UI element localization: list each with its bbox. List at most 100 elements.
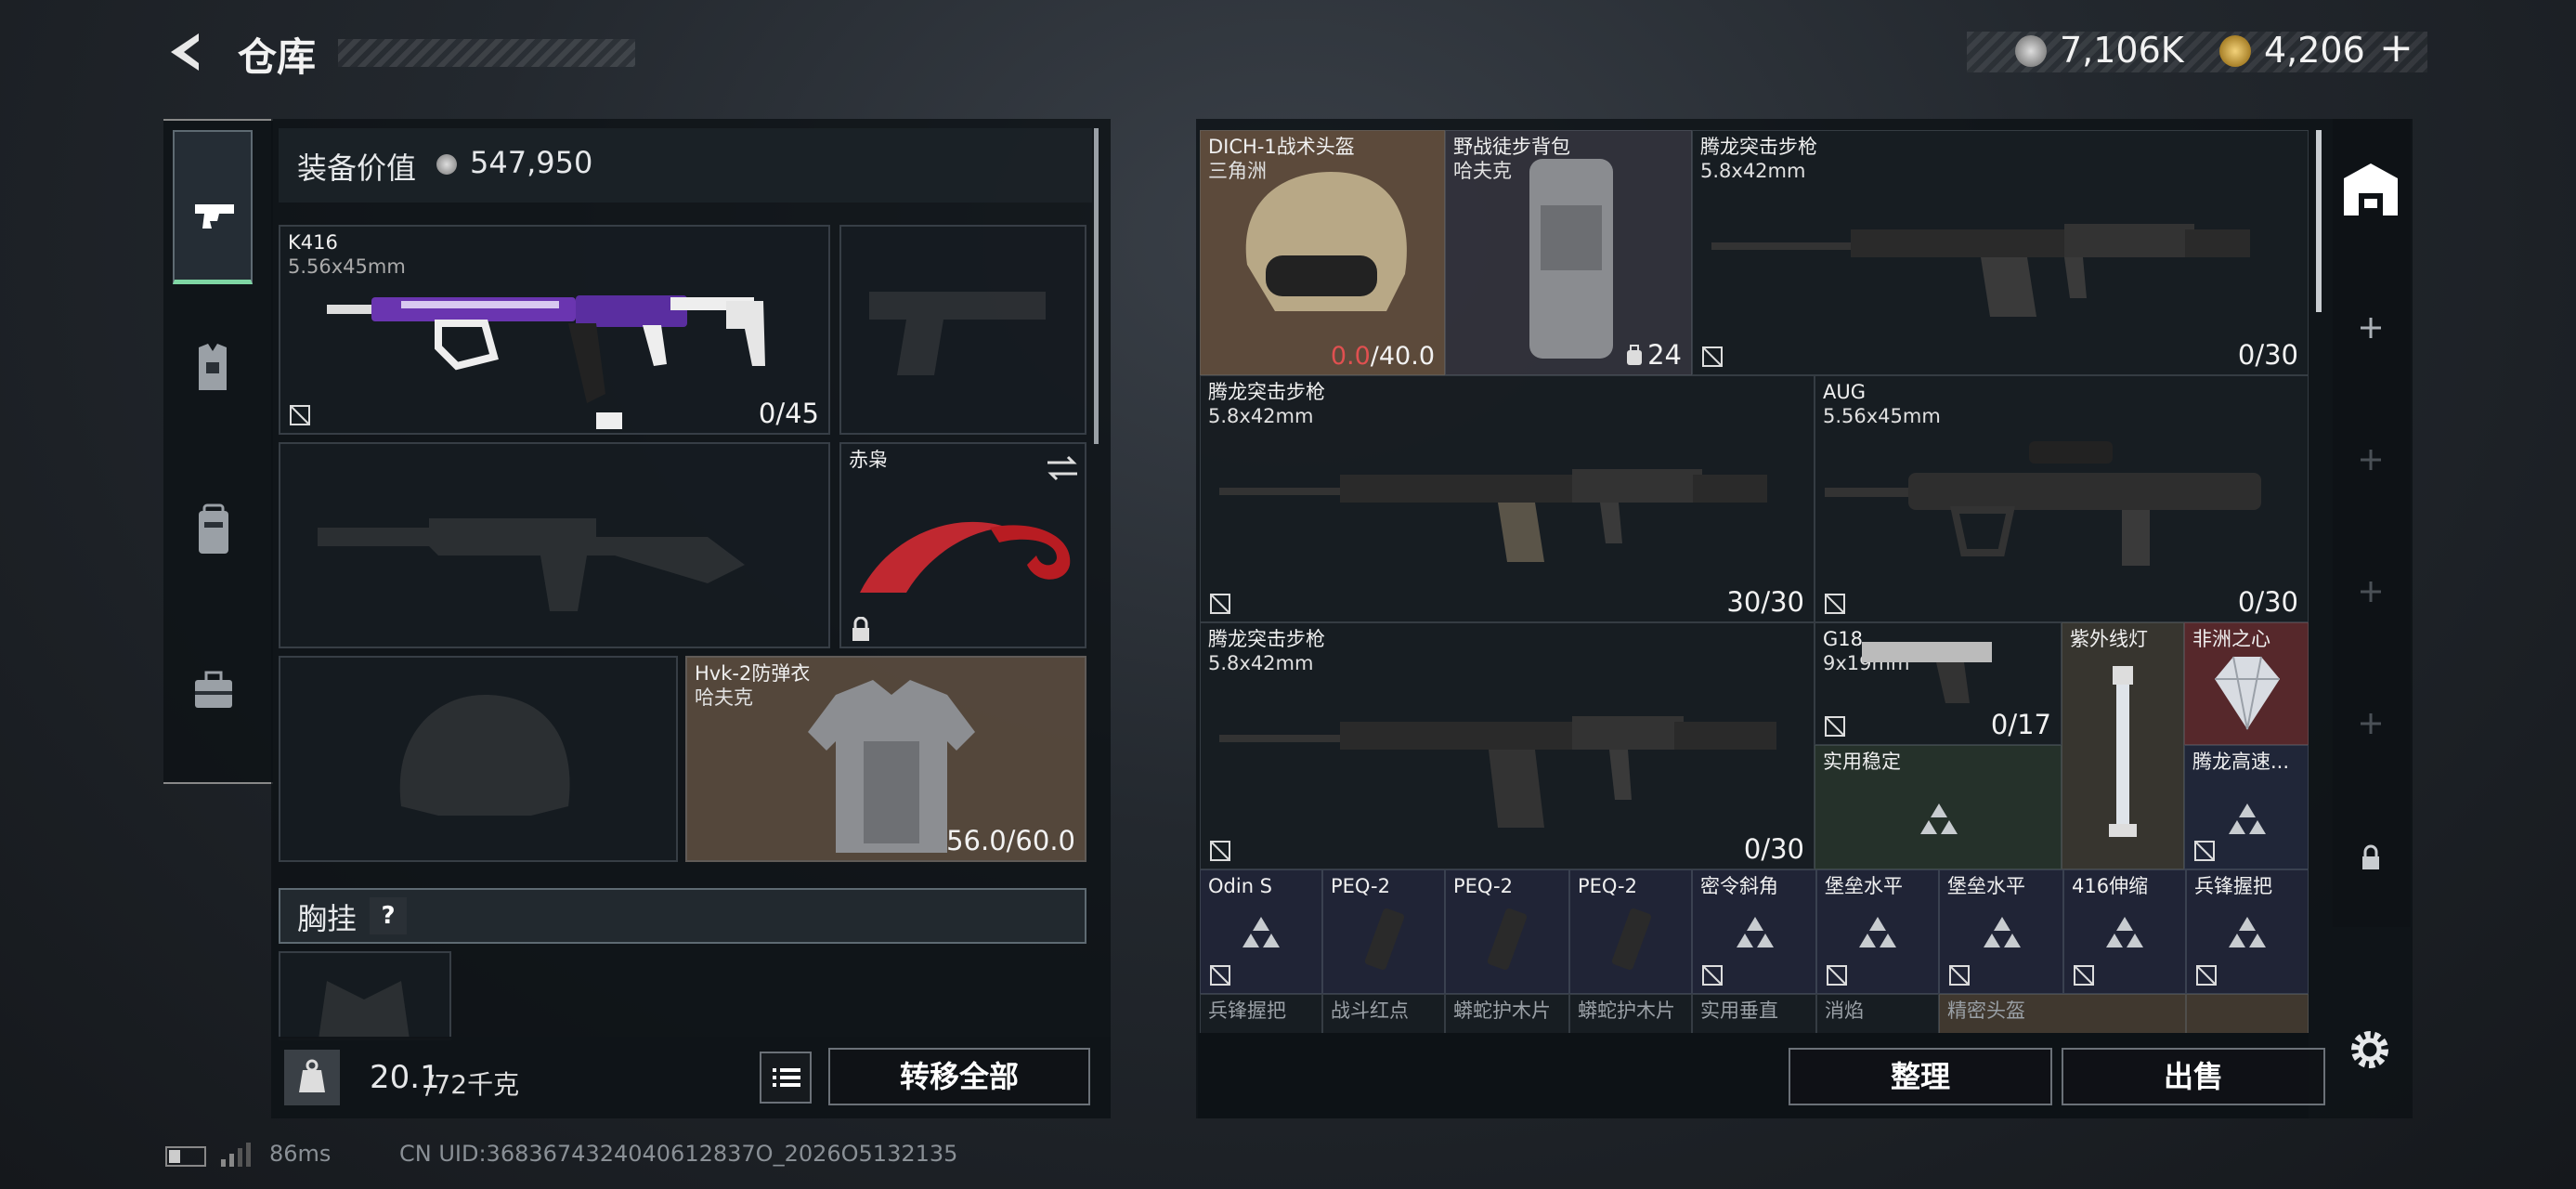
assault-rifle-image — [1219, 716, 1776, 828]
stash-item-backpack[interactable]: 野战徒步背包 哈夫克 24 — [1445, 130, 1692, 375]
armor-name: Hvk-2防弹衣 — [695, 662, 811, 685]
item-name: 消焰 — [1825, 1000, 1864, 1022]
secondary-weapon-slot[interactable] — [279, 442, 830, 648]
stash-item-tenglong-rifle[interactable]: 腾龙突击步枪 5.8x42mm 30/30 — [1200, 375, 1815, 622]
warehouse-icon — [2344, 163, 2398, 216]
premium-coin-icon — [2219, 35, 2251, 67]
battery-icon — [165, 1146, 206, 1167]
weapon-ammo: 0/45 — [758, 398, 819, 429]
stash-item-attachment[interactable]: PEQ-2 — [1569, 869, 1692, 994]
tab-backpack[interactable] — [173, 464, 253, 594]
stash-item-partial[interactable]: 战斗红点 — [1322, 994, 1445, 1033]
stash-item-partial[interactable]: 蟒蛇护木片 — [1445, 994, 1569, 1033]
attachment-placeholder-icon — [1859, 917, 1896, 947]
no-insurance-icon — [2074, 965, 2094, 986]
gear-value: 547,950 — [470, 145, 593, 180]
weight-icon — [299, 1059, 325, 1092]
item-name: 腾龙突击步枪 — [1208, 381, 1325, 403]
no-insurance-icon — [1210, 594, 1230, 614]
stash-item-partial[interactable]: 实用垂直 — [1692, 994, 1816, 1033]
stash-item-partial[interactable]: 兵锋握把 — [1200, 994, 1322, 1033]
tab-case[interactable] — [173, 632, 253, 752]
item-name: 腾龙突击步枪 — [1208, 628, 1325, 650]
stash-page-tab-main[interactable] — [2336, 150, 2405, 243]
attachment-placeholder-icon — [2106, 917, 2143, 947]
helmet-silhouette-icon — [399, 695, 570, 816]
no-insurance-icon — [1949, 965, 1970, 986]
stash-item-attachment[interactable]: PEQ-2 — [1322, 869, 1445, 994]
list-view-button[interactable] — [760, 1052, 812, 1104]
tab-armor[interactable] — [173, 307, 253, 437]
stash-item-attachment[interactable]: 416伸缩 — [2063, 869, 2186, 994]
sell-button[interactable]: 出售 — [2062, 1048, 2325, 1105]
attachment-placeholder-icon — [1242, 917, 1280, 947]
item-name: 蟒蛇护木片 — [1578, 1000, 1675, 1022]
stash-item-attachment[interactable]: PEQ-2 — [1445, 869, 1569, 994]
item-name: PEQ-2 — [1578, 875, 1637, 897]
swap-icon[interactable] — [1044, 451, 1081, 485]
no-insurance-icon — [1702, 346, 1723, 367]
add-stash-page-button[interactable] — [2336, 559, 2405, 624]
settings-button[interactable] — [2342, 1022, 2398, 1078]
stash-item-aug[interactable]: AUG 5.56x45mm 0/30 — [1815, 375, 2309, 622]
laser-module-image — [1487, 908, 1528, 971]
stash-item-attachment[interactable]: Odin S — [1200, 869, 1322, 994]
stash-item-attachment[interactable]: 密令斜角 — [1692, 869, 1816, 994]
stash-item-uv-light[interactable]: 紫外线灯 — [2062, 622, 2184, 869]
item-name: 精密头盔 — [1947, 1000, 2025, 1022]
stash-item-tenglong-attachment[interactable]: 腾龙高速... — [2184, 745, 2309, 869]
item-name: 密令斜角 — [1700, 875, 1778, 897]
stash-item-g18[interactable]: G18 9x19mm 0/17 — [1815, 622, 2062, 745]
melee-slot[interactable]: 赤枭 — [839, 442, 1086, 648]
armor-maker: 哈夫克 — [695, 686, 753, 709]
back-button[interactable] — [163, 28, 208, 76]
tactical-helmet-image — [1245, 172, 1407, 311]
pistol-slot[interactable] — [839, 225, 1086, 435]
item-name: 蟒蛇护木片 — [1453, 1000, 1551, 1022]
stash-item-partial[interactable]: 精密头盔 — [1939, 994, 2186, 1033]
item-ammo: 0/30 — [1743, 833, 1804, 865]
helmet-slot[interactable] — [279, 656, 678, 862]
stash-item-partial[interactable]: 消焰 — [1816, 994, 1939, 1033]
tab-weapons[interactable] — [173, 130, 253, 284]
lock-icon — [2362, 844, 2379, 869]
item-name: 兵锋握把 — [1208, 1000, 1286, 1022]
sort-button[interactable]: 整理 — [1789, 1048, 2052, 1105]
no-insurance-icon — [1702, 965, 1723, 986]
add-stash-page-button[interactable] — [2336, 691, 2405, 756]
attachment-placeholder-icon — [1920, 804, 1958, 834]
chest-rig-silhouette-icon — [319, 981, 410, 1039]
locked-stash-page[interactable] — [2336, 827, 2405, 892]
stash-item-attachment[interactable]: 堡垒水平 — [1816, 869, 1939, 994]
stash-item-practical-stock[interactable]: 实用稳定 — [1815, 745, 2062, 869]
backpack-capacity: 24 — [1647, 339, 1682, 371]
stash-scrollbar[interactable] — [2316, 130, 2322, 312]
plus-icon — [2361, 581, 2381, 602]
stash-item-partial[interactable] — [2186, 994, 2309, 1033]
stash-item-tenglong-rifle[interactable]: 腾龙突击步枪 5.8x42mm 0/30 — [1692, 130, 2309, 375]
stash-item-attachment[interactable]: 堡垒水平 — [1939, 869, 2063, 994]
currency-coins: 7,106K — [2060, 30, 2184, 71]
signal-bars — [221, 1143, 251, 1167]
stash-item-partial[interactable]: 蟒蛇护木片 — [1569, 994, 1692, 1033]
stash-item-attachment[interactable]: 兵锋握把 — [2186, 869, 2309, 994]
add-currency-button[interactable]: + — [2379, 24, 2413, 72]
chest-rig-label: 胸挂 — [297, 901, 358, 936]
add-stash-page-button[interactable] — [2336, 427, 2405, 492]
stash-item-helmet[interactable]: DICH-1战术头盔 三角洲 0.0/40.0 — [1200, 130, 1445, 375]
transfer-all-button[interactable]: 转移全部 — [828, 1048, 1090, 1105]
loadout-scrollbar[interactable] — [1094, 128, 1099, 444]
item-name: 416伸缩 — [2072, 875, 2149, 897]
assault-rifle-image — [1711, 224, 2250, 317]
user-uid: CN UID:3683674324040612837O_2026O5132135 — [399, 1141, 958, 1167]
chest-rig-help-button[interactable]: ? — [370, 897, 407, 934]
briefcase-icon — [195, 671, 232, 708]
primary-weapon-slot[interactable]: K416 5.56x45mm 0/45 — [279, 225, 830, 435]
stash-item-tenglong-rifle[interactable]: 腾龙突击步枪 5.8x42mm 0/30 — [1200, 622, 1815, 869]
plus-icon — [2361, 450, 2381, 470]
capacity-icon — [1627, 345, 1642, 365]
body-armor-slot[interactable]: Hvk-2防弹衣 哈夫克 56.0/60.0 — [685, 656, 1086, 862]
add-stash-page-button[interactable] — [2336, 295, 2405, 360]
chest-rig-slot[interactable] — [279, 951, 451, 1040]
stash-item-heart-of-africa[interactable]: 非洲之心 — [2184, 622, 2309, 745]
